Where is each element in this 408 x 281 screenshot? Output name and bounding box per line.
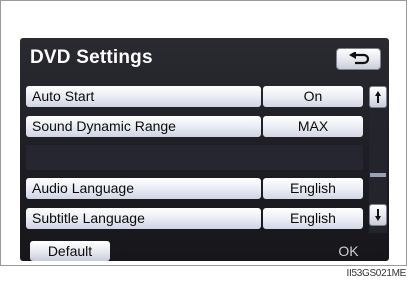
empty-list-row xyxy=(26,145,363,170)
audio-language-button[interactable]: Audio Language xyxy=(26,178,261,199)
auto-start-button[interactable]: Auto Start xyxy=(26,86,261,107)
scroll-up-button[interactable] xyxy=(369,86,387,108)
ok-button[interactable]: OK xyxy=(316,241,381,261)
subtitle-language-value[interactable]: English xyxy=(263,208,363,229)
subtitle-language-button[interactable]: Subtitle Language xyxy=(26,208,261,229)
page-title: DVD Settings xyxy=(30,47,153,68)
audio-language-value[interactable]: English xyxy=(263,178,363,199)
back-button[interactable] xyxy=(336,48,381,70)
manual-figure-frame: DVD Settings Auto Start On Sound Dynamic… xyxy=(0,0,407,266)
figure-code: II53GS021ME xyxy=(346,268,406,279)
dvd-settings-screen: DVD Settings Auto Start On Sound Dynamic… xyxy=(20,38,389,261)
scroll-down-arrow-icon xyxy=(375,209,381,221)
scroll-up-arrow-icon xyxy=(375,91,381,103)
sound-dynamic-range-value[interactable]: MAX xyxy=(263,116,363,137)
scroll-down-button[interactable] xyxy=(369,204,387,226)
auto-start-value[interactable]: On xyxy=(263,86,363,107)
scrollbar-thumb[interactable] xyxy=(370,173,386,177)
sound-dynamic-range-button[interactable]: Sound Dynamic Range xyxy=(26,116,261,137)
return-arrow-icon xyxy=(348,52,369,65)
default-button[interactable]: Default xyxy=(30,241,110,261)
